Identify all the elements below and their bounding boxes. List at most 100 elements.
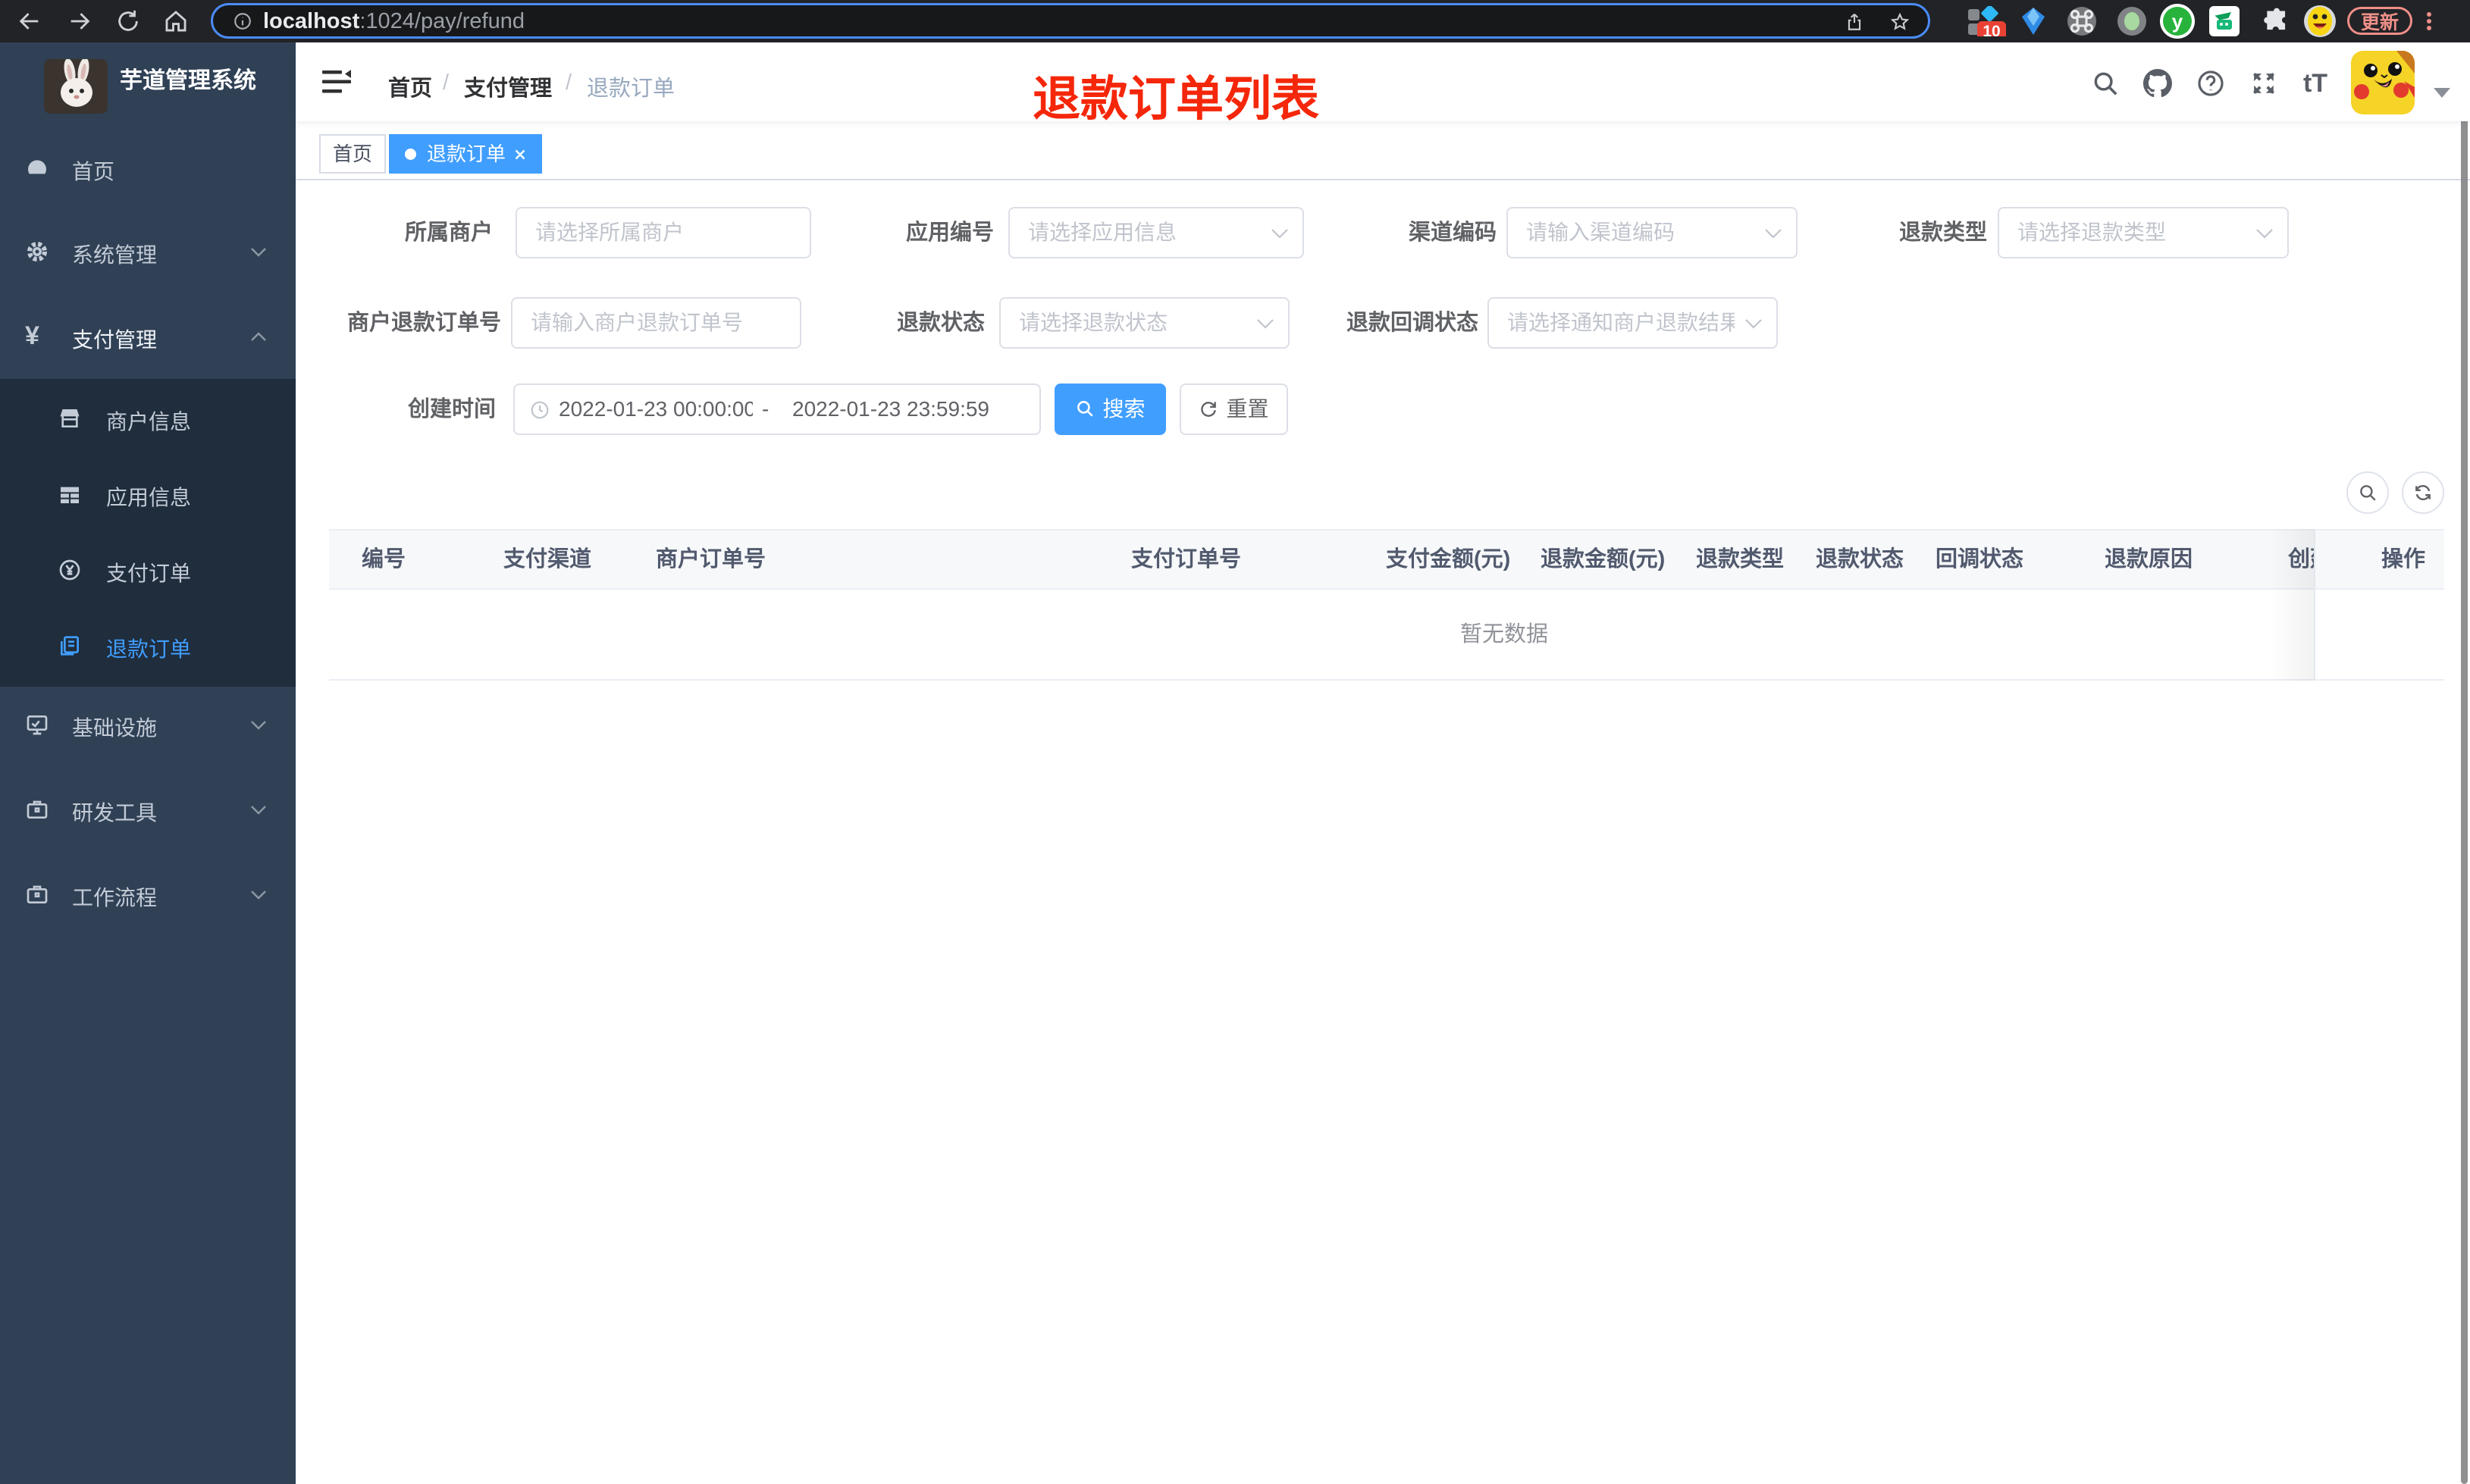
chevron-down-icon xyxy=(2255,228,2274,239)
bookmark-star-icon[interactable] xyxy=(1890,12,1910,32)
table-empty-row: 暂无数据 xyxy=(329,590,2444,681)
sidebar-collapse-icon[interactable] xyxy=(322,70,351,94)
browser-forward-button[interactable] xyxy=(67,8,92,34)
reset-button-label: 重置 xyxy=(1226,397,1269,421)
sidebar-item-refund-order[interactable]: 退款订单 xyxy=(0,623,296,668)
url-host: localhost xyxy=(263,9,360,33)
fullscreen-icon[interactable] xyxy=(2249,69,2278,98)
sidebar-item-pay[interactable]: ¥ 支付管理 xyxy=(0,314,296,359)
chevron-down-icon xyxy=(1764,228,1782,239)
sidebar-item-home[interactable]: 首页 xyxy=(0,146,296,191)
close-icon[interactable] xyxy=(512,146,528,163)
github-icon[interactable] xyxy=(2143,69,2172,98)
page-scrollbar[interactable] xyxy=(2461,42,2468,1484)
sidebar-item-dev-tools[interactable]: 研发工具 xyxy=(0,787,296,832)
search-button-label: 搜索 xyxy=(1102,397,1146,421)
col-refund-type: 退款类型 xyxy=(1696,547,1785,571)
chevron-down-icon xyxy=(1744,318,1763,329)
coin-yen-icon xyxy=(58,558,82,582)
url-path: :1024/pay/refund xyxy=(359,9,525,33)
filter-label-channel: 渠道编码 xyxy=(1408,221,1497,245)
filter-label-notify-status: 退款回调状态 xyxy=(1346,311,1478,335)
chevron-down-icon xyxy=(250,720,267,730)
channel-select[interactable]: 请输入渠道编码 xyxy=(1506,207,1798,258)
search-icon[interactable] xyxy=(2091,69,2120,98)
browser-update-button[interactable]: 更新 xyxy=(2347,7,2412,35)
monitor-icon xyxy=(25,712,49,737)
extension-y-icon[interactable]: y xyxy=(2159,3,2196,39)
url-text: localhost:1024/pay/refund xyxy=(263,9,525,33)
sidebar-item-label: 首页 xyxy=(72,160,115,183)
notify-status-select[interactable]: 请选择通知商户退款结果的回调状态 xyxy=(1487,297,1778,349)
site-info-icon[interactable] xyxy=(233,11,252,31)
profile-smiley-avatar[interactable] xyxy=(2303,5,2337,38)
sidebar-item-label: 退款订单 xyxy=(106,637,192,661)
extension-gem-icon[interactable] xyxy=(2020,6,2047,36)
empty-text: 暂无数据 xyxy=(1460,622,1549,647)
browser-home-button[interactable] xyxy=(163,8,189,34)
sidebar-item-app-info[interactable]: 应用信息 xyxy=(0,471,296,517)
chevron-down-icon xyxy=(250,247,267,257)
app-title: 芋道管理系统 xyxy=(120,68,256,93)
caret-down-icon[interactable] xyxy=(2434,88,2450,98)
browser-back-button[interactable] xyxy=(17,8,42,34)
extension-tabs-icon[interactable]: 10 xyxy=(1967,6,2006,36)
sidebar-item-label: 支付管理 xyxy=(72,328,158,352)
browser-chrome: localhost:1024/pay/refund 10 y 更新 xyxy=(0,0,2470,42)
tags-view-bar: 首页 退款订单 xyxy=(296,121,2470,180)
browser-menu-icon[interactable] xyxy=(2426,10,2432,33)
sidebar-item-merchant-info[interactable]: 商户信息 xyxy=(0,396,296,441)
start-date-value[interactable]: 2022-01-23 00:00:00 xyxy=(559,385,753,434)
briefcase-icon xyxy=(25,882,49,906)
clock-icon xyxy=(530,400,550,420)
extensions-puzzle-icon[interactable] xyxy=(2262,7,2291,36)
tag-refund-order[interactable]: 退款订单 xyxy=(389,134,542,174)
app-logo[interactable] xyxy=(44,59,108,114)
sidebar-item-pay-order[interactable]: 支付订单 xyxy=(0,547,296,593)
placeholder: 请选择所属商户 xyxy=(535,221,685,244)
sidebar-item-label: 商户信息 xyxy=(106,410,192,434)
search-button[interactable]: 搜索 xyxy=(1055,384,1166,435)
browser-refresh-button[interactable] xyxy=(115,8,141,34)
extension-command-icon[interactable] xyxy=(2067,6,2097,36)
page-title: 退款订单列表 xyxy=(1033,73,1319,126)
extension-orb-icon[interactable] xyxy=(2117,6,2147,36)
app-root: localhost:1024/pay/refund 10 y 更新 芋道管理系统… xyxy=(0,0,2470,1484)
help-icon[interactable] xyxy=(2196,69,2225,98)
merchant-select[interactable]: 请选择所属商户 xyxy=(516,207,811,258)
extension-chat-icon[interactable] xyxy=(2209,6,2240,36)
reset-button[interactable]: 重置 xyxy=(1180,384,1288,435)
sidebar-item-workflow[interactable]: 工作流程 xyxy=(0,872,296,917)
refund-type-select[interactable]: 请选择退款类型 xyxy=(1998,207,2289,258)
font-size-icon[interactable]: tT xyxy=(2298,69,2333,98)
create-time-range-picker[interactable]: 2022-01-23 00:00:00 - 2022-01-23 23:59:5… xyxy=(513,384,1041,435)
refresh-table-button[interactable] xyxy=(2402,471,2444,514)
merchant-refund-no-input[interactable]: 请输入商户退款订单号 xyxy=(511,297,801,349)
user-avatar[interactable] xyxy=(2351,51,2415,114)
table-header: 编号 支付渠道 商户订单号 支付订单号 支付金额(元) 退款金额(元) 退款类型… xyxy=(329,529,2444,590)
refresh-icon xyxy=(1199,399,1218,418)
filter-label-create-time: 创建时间 xyxy=(407,397,496,421)
placeholder: 请输入商户退款订单号 xyxy=(531,311,744,334)
placeholder: 请输入渠道编码 xyxy=(1526,221,1675,244)
tag-home[interactable]: 首页 xyxy=(319,134,386,174)
filter-label-merchant: 所属商户 xyxy=(404,221,493,245)
refund-status-select[interactable]: 请选择退款状态 xyxy=(999,297,1290,349)
url-bar[interactable]: localhost:1024/pay/refund xyxy=(211,3,1930,39)
breadcrumb-pay[interactable]: 支付管理 xyxy=(464,70,552,102)
col-merchant-order-no: 商户订单号 xyxy=(656,547,766,571)
placeholder: 请选择退款类型 xyxy=(2017,221,2167,244)
sidebar: 芋道管理系统 首页 系统管理 ¥ 支付管理 商户信息 应用信息 支付订单 退款订… xyxy=(0,42,296,1484)
end-date-value[interactable]: 2022-01-23 23:59:59 xyxy=(792,385,991,434)
sidebar-item-system[interactable]: 系统管理 xyxy=(0,229,296,274)
breadcrumb-home[interactable]: 首页 xyxy=(388,70,432,102)
active-dot xyxy=(405,149,416,160)
sidebar-item-infrastructure[interactable]: 基础设施 xyxy=(0,702,296,747)
app-select[interactable]: 请选择应用信息 xyxy=(1008,207,1304,258)
col-id: 编号 xyxy=(362,547,406,571)
show-search-toggle-button[interactable] xyxy=(2346,471,2389,514)
placeholder: 请选择通知商户退款结果的回调状态 xyxy=(1507,311,1735,334)
sidebar-item-label: 基础设施 xyxy=(72,716,158,740)
share-icon[interactable] xyxy=(1845,12,1864,32)
breadcrumb-separator: / xyxy=(566,70,572,95)
